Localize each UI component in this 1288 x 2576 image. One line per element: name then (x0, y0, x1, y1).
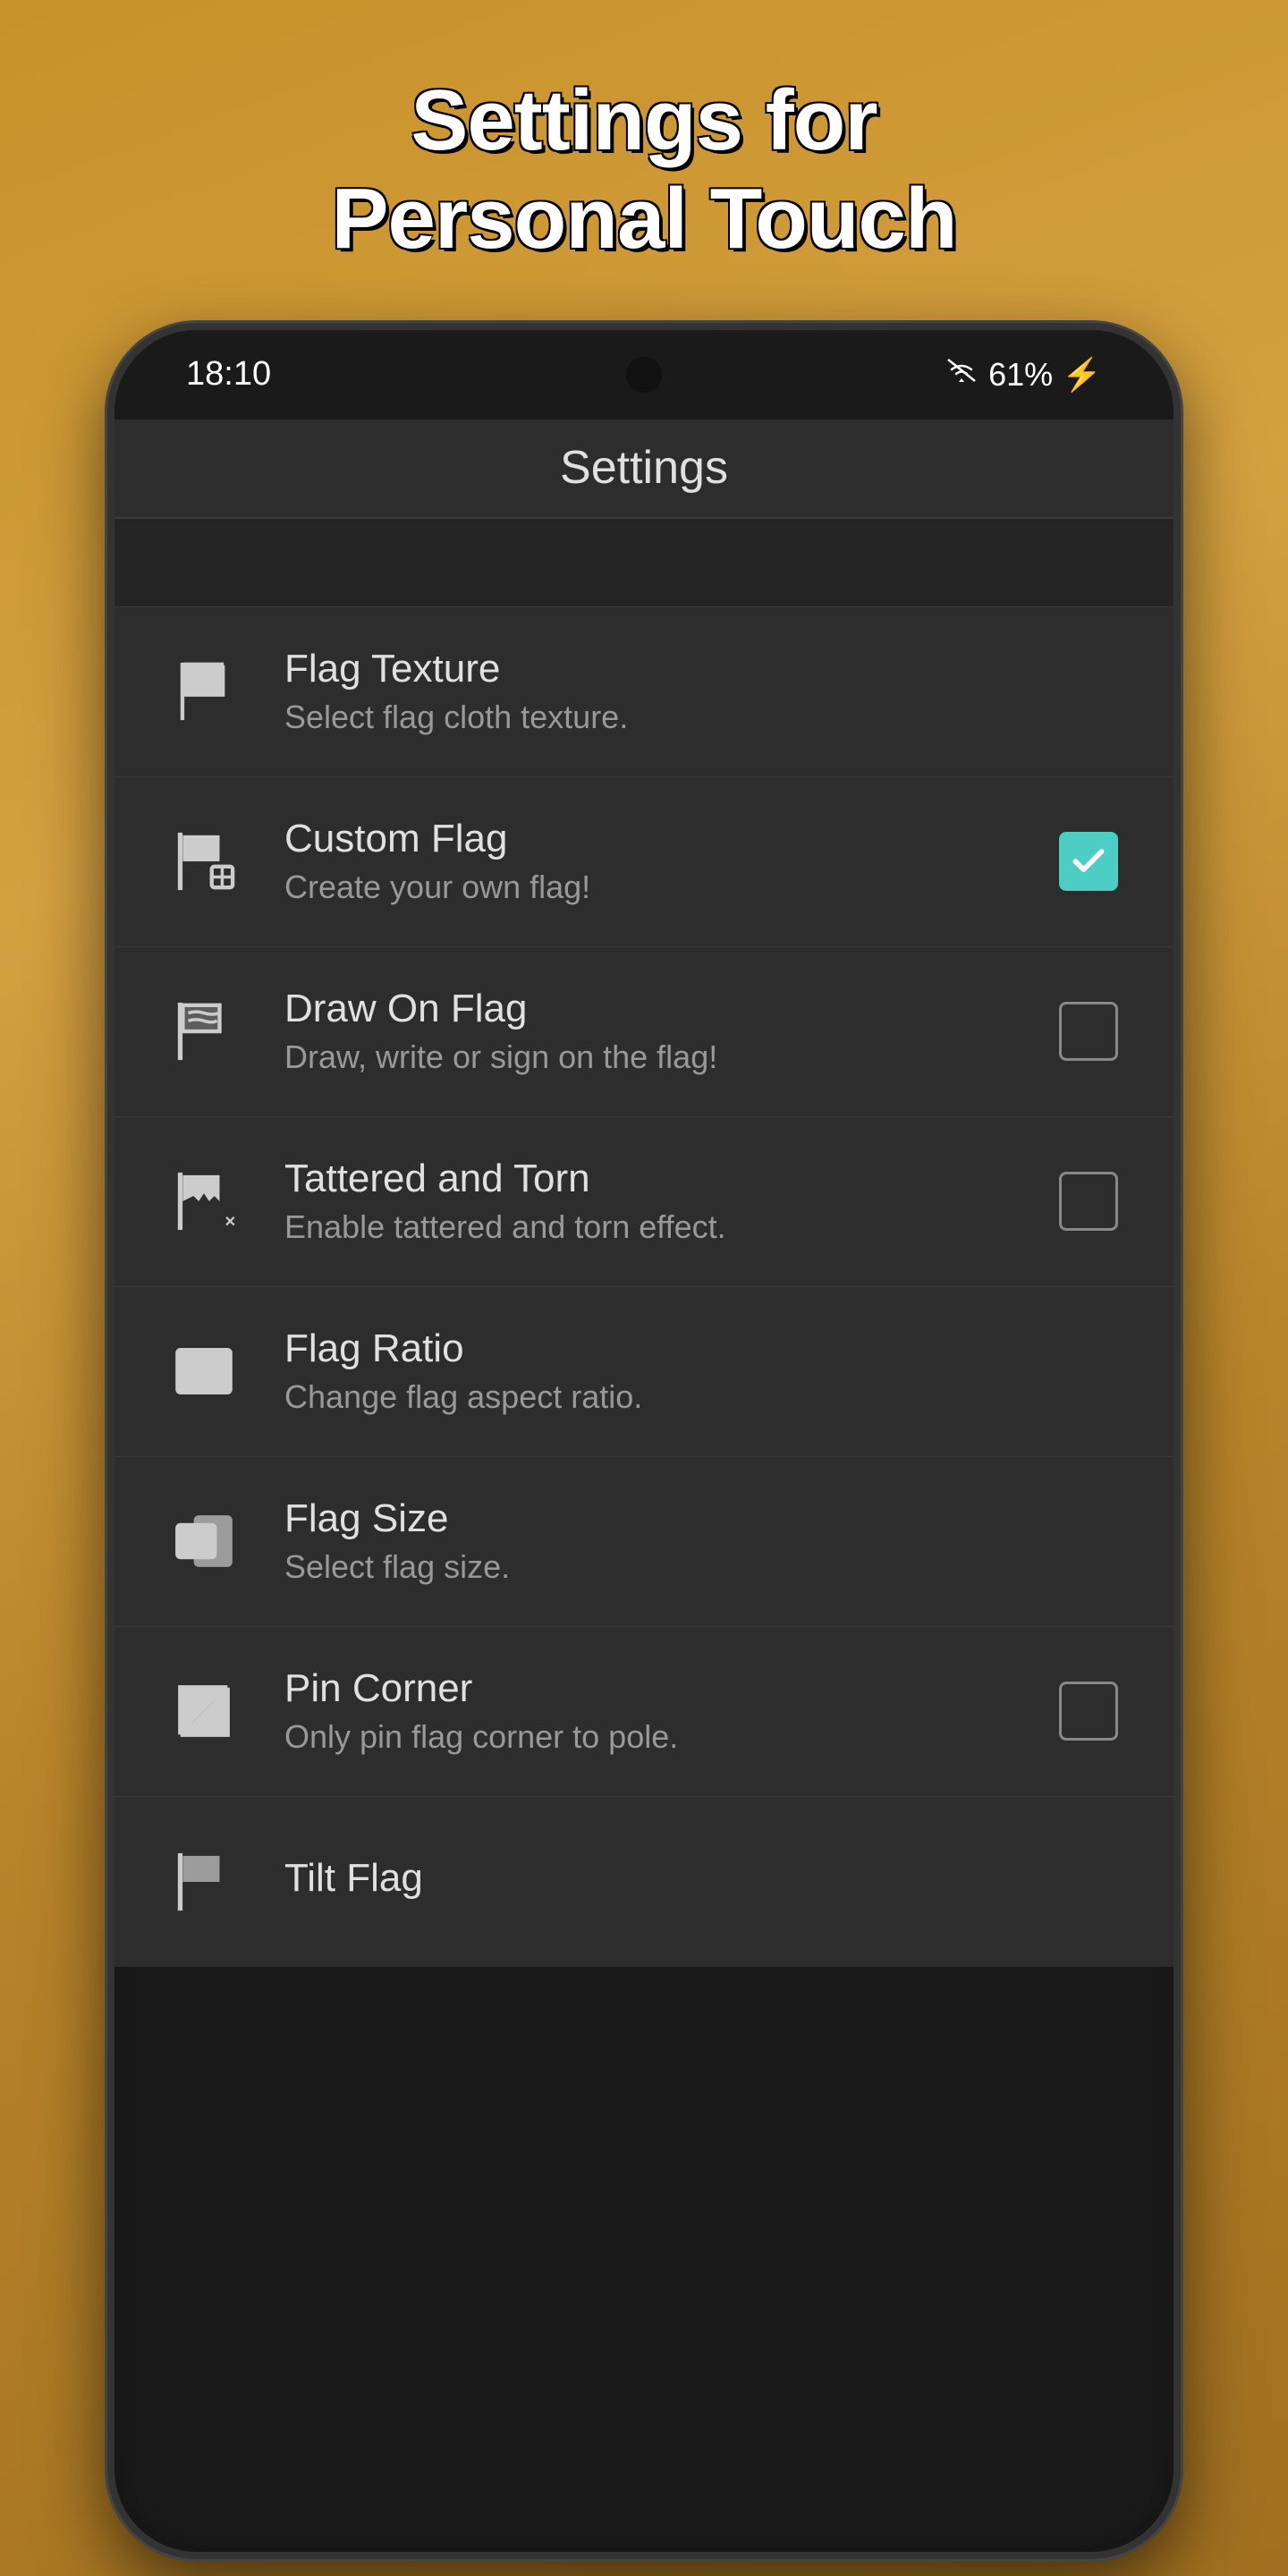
checkbox-unchecked-tattered (1059, 1172, 1118, 1231)
settings-item-flag-texture[interactable]: Flag Texture Select flag cloth texture. (114, 607, 1174, 777)
status-right: 61% ⚡ (944, 356, 1102, 394)
flag-ratio-title: Flag Ratio (284, 1326, 1120, 1371)
checkbox-checked-indicator (1059, 832, 1118, 891)
settings-item-tilt-flag[interactable]: Tilt Flag (114, 1797, 1174, 1967)
settings-title: Settings (560, 441, 728, 495)
status-bar: 18:10 61% ⚡ (114, 330, 1174, 419)
draw-flag-text: Draw On Flag Draw, write or sign on the … (284, 987, 1013, 1076)
pin-corner-checkbox[interactable] (1057, 1680, 1120, 1742)
svg-text:×: × (225, 1212, 235, 1232)
tattered-checkbox[interactable] (1057, 1170, 1120, 1233)
flag-texture-subtitle: Select flag cloth texture. (284, 699, 1120, 736)
settings-item-custom-flag[interactable]: Custom Flag Create your own flag! (114, 777, 1174, 947)
flag-texture-icon (168, 656, 240, 727)
pin-corner-text: Pin Corner Only pin flag corner to pole. (284, 1666, 1013, 1756)
status-time: 18:10 (186, 355, 271, 394)
custom-flag-text: Custom Flag Create your own flag! (284, 817, 1013, 906)
flag-texture-text: Flag Texture Select flag cloth texture. (284, 647, 1120, 736)
custom-flag-icon (168, 826, 240, 897)
settings-item-tattered-torn[interactable]: × Tattered and Torn Enable tattered and … (114, 1117, 1174, 1287)
custom-flag-checkbox[interactable] (1057, 830, 1120, 893)
side-button (1177, 867, 1181, 974)
settings-item-flag-ratio[interactable]: Flag Ratio Change flag aspect ratio. (114, 1287, 1174, 1457)
tattered-text: Tattered and Torn Enable tattered and to… (284, 1157, 1013, 1246)
tilt-flag-text: Tilt Flag (284, 1856, 1120, 1908)
flag-size-subtitle: Select flag size. (284, 1548, 1120, 1586)
settings-item-flag-size[interactable]: Flag Size Select flag size. (114, 1457, 1174, 1627)
flag-ratio-subtitle: Change flag aspect ratio. (284, 1378, 1120, 1416)
custom-flag-title: Custom Flag (284, 817, 1013, 861)
flag-size-icon (168, 1505, 240, 1577)
draw-flag-subtitle: Draw, write or sign on the flag! (284, 1038, 1013, 1076)
pin-corner-icon (168, 1675, 240, 1747)
settings-item-pin-corner[interactable]: Pin Corner Only pin flag corner to pole. (114, 1627, 1174, 1797)
phone-frame: 18:10 61% ⚡ Settings (107, 323, 1181, 2559)
settings-item-draw-on-flag[interactable]: Draw On Flag Draw, write or sign on the … (114, 947, 1174, 1117)
flag-texture-title: Flag Texture (284, 647, 1120, 691)
wifi-icon (944, 357, 979, 392)
flag-size-text: Flag Size Select flag size. (284, 1496, 1120, 1586)
tattered-subtitle: Enable tattered and torn effect. (284, 1208, 1013, 1246)
pin-corner-subtitle: Only pin flag corner to pole. (284, 1718, 1013, 1756)
page-title: Settings for Personal Touch (242, 0, 1046, 323)
pin-corner-title: Pin Corner (284, 1666, 1013, 1711)
battery-charging-icon: ⚡ (1062, 356, 1102, 394)
checkbox-unchecked-indicator (1059, 1002, 1118, 1061)
tilt-flag-icon (168, 1846, 240, 1918)
section-gap (114, 518, 1174, 607)
settings-list: Flag Texture Select flag cloth texture. (114, 607, 1174, 1967)
tattered-icon: × (168, 1165, 240, 1237)
tilt-flag-title: Tilt Flag (284, 1856, 1120, 1901)
draw-flag-checkbox[interactable] (1057, 1000, 1120, 1063)
draw-flag-icon (168, 996, 240, 1067)
flag-ratio-text: Flag Ratio Change flag aspect ratio. (284, 1326, 1120, 1416)
flag-ratio-icon (168, 1335, 240, 1407)
custom-flag-subtitle: Create your own flag! (284, 869, 1013, 906)
top-bar: Settings (114, 419, 1174, 518)
tattered-title: Tattered and Torn (284, 1157, 1013, 1201)
draw-flag-title: Draw On Flag (284, 987, 1013, 1031)
flag-size-title: Flag Size (284, 1496, 1120, 1541)
battery-percent: 61% (988, 356, 1053, 394)
camera-notch (626, 357, 662, 393)
checkbox-unchecked-pin (1059, 1682, 1118, 1741)
